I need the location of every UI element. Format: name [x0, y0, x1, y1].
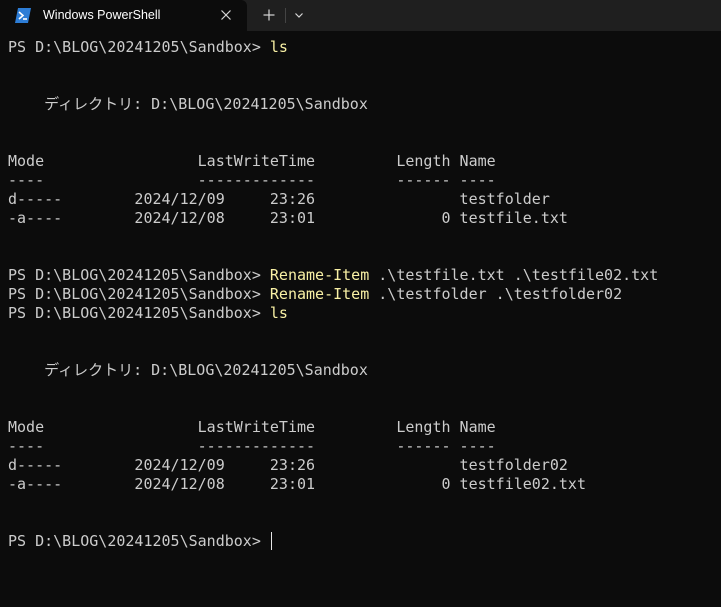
table-row: -a---- 2024/12/08 23:01 0 testfile.txt: [8, 209, 568, 227]
directory-line: ディレクトリ: D:\BLOG\20241205\Sandbox: [8, 95, 368, 113]
table-header-underline: ---- ------------- ------ ----: [8, 171, 496, 189]
command: Rename-Item: [269, 285, 370, 303]
powershell-window: Windows PowerShell PS D:\BLOG\20241205\S…: [0, 0, 721, 607]
command: ls: [269, 38, 288, 56]
close-icon[interactable]: [216, 5, 236, 25]
command-args: .\testfile.txt .\testfile02.txt: [369, 266, 659, 284]
prompt-line: PS D:\BLOG\20241205\Sandbox> Rename-Item…: [8, 266, 721, 285]
prompt: PS D:\BLOG\20241205\Sandbox>: [8, 532, 270, 550]
prompt: PS D:\BLOG\20241205\Sandbox>: [8, 266, 270, 284]
tab-separator: [285, 8, 286, 23]
table-row: d----- 2024/12/09 23:26 testfolder02: [8, 456, 568, 474]
prompt-line: PS D:\BLOG\20241205\Sandbox> Rename-Item…: [8, 285, 721, 304]
prompt: PS D:\BLOG\20241205\Sandbox>: [8, 304, 270, 322]
prompt: PS D:\BLOG\20241205\Sandbox>: [8, 285, 270, 303]
title-bar: Windows PowerShell: [0, 0, 721, 31]
chevron-down-icon[interactable]: [289, 5, 309, 25]
tab-windows-powershell[interactable]: Windows PowerShell: [0, 0, 247, 31]
powershell-icon: [15, 8, 31, 23]
table-header-underline: ---- ------------- ------ ----: [8, 437, 496, 455]
table-header: Mode LastWriteTime Length Name: [8, 152, 496, 170]
table-row: -a---- 2024/12/08 23:01 0 testfile02.txt: [8, 475, 586, 493]
command-args: .\testfolder .\testfolder02: [369, 285, 623, 303]
table-row: d----- 2024/12/09 23:26 testfolder: [8, 190, 550, 208]
prompt-line: PS D:\BLOG\20241205\Sandbox> ls: [8, 38, 721, 57]
text-cursor[interactable]: [270, 532, 273, 550]
prompt-line: PS D:\BLOG\20241205\Sandbox> ls: [8, 304, 721, 323]
directory-line: ディレクトリ: D:\BLOG\20241205\Sandbox: [8, 361, 368, 379]
command: Rename-Item: [269, 266, 370, 284]
tab-title: Windows PowerShell: [43, 8, 161, 22]
table-header: Mode LastWriteTime Length Name: [8, 418, 496, 436]
terminal-output[interactable]: PS D:\BLOG\20241205\Sandbox> ls ディレクトリ: …: [8, 38, 721, 551]
prompt-line: PS D:\BLOG\20241205\Sandbox>: [8, 532, 721, 551]
plus-icon[interactable]: [258, 5, 280, 25]
prompt: PS D:\BLOG\20241205\Sandbox>: [8, 38, 270, 56]
command: ls: [269, 304, 288, 322]
